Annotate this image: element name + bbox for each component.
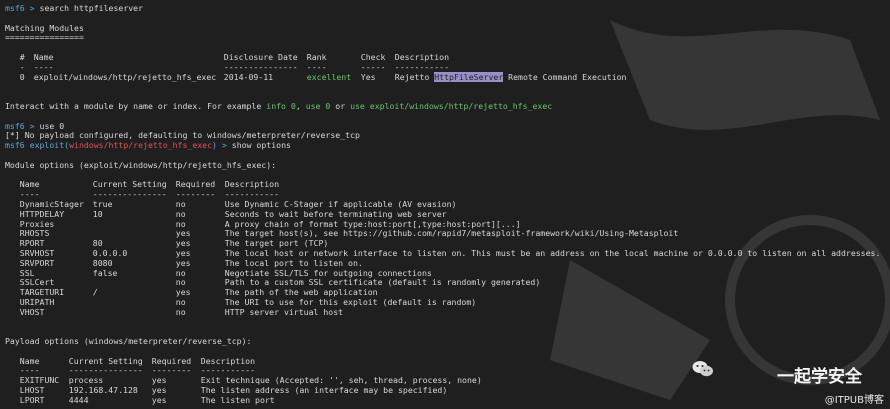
table-cell: A proxy chain of format type:host:port[,… bbox=[224, 218, 521, 229]
payload-options-table: EXITFUNC process yes Exit technique (Accept… bbox=[5, 375, 885, 406]
table-cell: The URI to use for this exploit (default… bbox=[224, 296, 477, 307]
table-cell: Path to a custom SSL certificate (defaul… bbox=[224, 277, 541, 288]
terminal[interactable]: msf6 > search httpfileserver Matching Mo… bbox=[5, 3, 885, 406]
table-cell: true bbox=[92, 198, 113, 209]
table-row: LHOST 192.168.47.128 yes The listen address… bbox=[5, 385, 885, 396]
table-cell: 4444 bbox=[68, 394, 89, 405]
module-options-table: DynamicStager true no Use Dynamic C-Stager … bbox=[5, 198, 885, 318]
table-cell: The path of the web application bbox=[224, 287, 378, 298]
table-cell: Use Dynamic C-Stager if applicable (AV e… bbox=[224, 198, 457, 209]
watermark-title: 一起学安全 bbox=[777, 367, 862, 388]
matching-modules-underline: ================ bbox=[5, 32, 84, 43]
table-cell: The target port (TCP) bbox=[224, 238, 329, 249]
search-command-line: msf6 > search httpfileserver bbox=[5, 3, 144, 13]
show-options-line: msf6 exploit(windows/http/rejetto_hfs_ex… bbox=[5, 140, 291, 151]
table-row: SSLCert no Path to a custom SSL certificat… bbox=[5, 277, 885, 288]
table-cell: The listen address (an interface may be … bbox=[200, 385, 448, 396]
table-cell: The target host(s), see https://github.c… bbox=[224, 228, 679, 239]
table-row: VHOST no HTTP server virtual host bbox=[5, 306, 885, 318]
table-cell: The local host or network interface to l… bbox=[224, 247, 881, 258]
table-cell: LPORT bbox=[19, 394, 45, 405]
wechat-icon bbox=[692, 360, 714, 381]
table-cell: VHOST bbox=[19, 306, 45, 317]
table-cell: The listen port bbox=[200, 394, 275, 405]
module-options-title: Module options (exploit/windows/http/rej… bbox=[5, 159, 277, 170]
table1-row[interactable]: 0 exploit/windows/http/rejetto_hfs_exec 20… bbox=[5, 71, 885, 83]
table-cell: 10 bbox=[92, 208, 103, 219]
table-cell: The local port to listen on. bbox=[224, 257, 363, 268]
table-cell: Negotiate SSL/TLS for outgoing connectio… bbox=[224, 267, 432, 278]
table-cell: no bbox=[175, 306, 186, 317]
table-cell: / bbox=[92, 287, 98, 298]
payload-options-title: Payload options (windows/meterpreter/rev… bbox=[5, 336, 252, 347]
table-cell: yes bbox=[151, 394, 167, 405]
table-row: SRVPORT 8080 yes The local port to listen o… bbox=[5, 257, 885, 269]
watermark-source: @ITPUB博客 bbox=[824, 395, 884, 407]
matching-modules-title: Matching Modules bbox=[5, 22, 84, 33]
table-row: LPORT 4444 yes The listen port bbox=[5, 394, 885, 406]
table-cell: Exit technique (Accepted: '', seh, threa… bbox=[200, 375, 482, 386]
table-row: SRVHOST 0.0.0.0 yes The local host or netwo… bbox=[5, 247, 885, 259]
table-cell: false bbox=[92, 267, 118, 278]
table-cell: Seconds to wait before terminating web s… bbox=[224, 208, 447, 219]
interact-hint: Interact with a module by name or index.… bbox=[5, 100, 553, 111]
table-cell: HTTP server virtual host bbox=[224, 306, 344, 317]
table-row: URIPATH no The URI to use for this exploit… bbox=[5, 296, 885, 308]
table-row: RHOSTS yes The target host(s), see https:/… bbox=[5, 228, 885, 239]
